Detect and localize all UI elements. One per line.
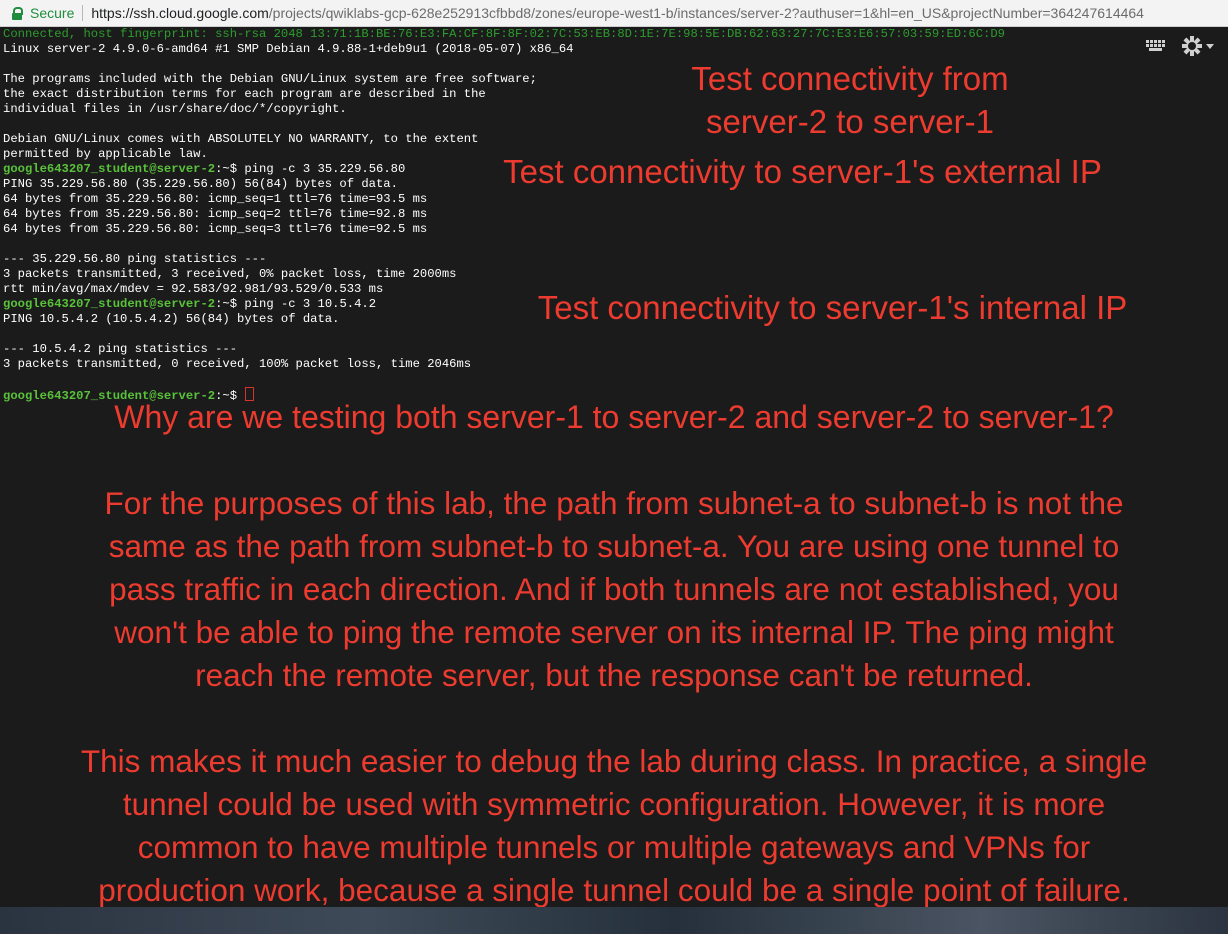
motd-line: the exact distribution terms for each pr… [3, 87, 486, 101]
annotation-paragraph: For the purposes of this lab, the path f… [0, 482, 1228, 697]
paragraph-line: common to have multiple tunnels or multi… [137, 829, 1091, 865]
annotation-internal-ip: Test connectivity to server-1's internal… [537, 289, 1128, 326]
terminal-toolbar [1146, 36, 1214, 56]
desktop-background [0, 907, 1228, 934]
ping-stats-line: 3 packets transmitted, 0 received, 100% … [3, 357, 472, 371]
command-text: ping -c 3 10.5.4.2 [237, 297, 377, 311]
ping-stats-line: --- 10.5.4.2 ping statistics --- [3, 342, 238, 356]
motd-line: individual files in /usr/share/doc/*/cop… [3, 102, 347, 116]
address-bar[interactable]: Secure https://ssh.cloud.google.com/proj… [0, 0, 1228, 27]
shell-prompt: google643207_student@server-2 [3, 162, 216, 176]
ping-output-line: 64 bytes from 35.229.56.80: icmp_seq=3 t… [3, 222, 428, 236]
shell-prompt: google643207_student@server-2 [3, 297, 216, 311]
ping-output-line: 64 bytes from 35.229.56.80: icmp_seq=1 t… [3, 192, 428, 206]
uname-line: Linux server-2 4.9.0-6-amd64 #1 SMP Debi… [3, 42, 574, 56]
ping-output-line: PING 35.229.56.80 (35.229.56.80) 56(84) … [3, 177, 398, 191]
annotation-title-line: server-2 to server-1 [706, 103, 994, 140]
paragraph-line: production work, because a single tunnel… [98, 872, 1130, 908]
paragraph-line: pass traffic in each direction. And if b… [109, 571, 1119, 607]
command-line: google643207_student@server-2:~$ ping -c… [3, 162, 405, 177]
ping-stats-line: 3 packets transmitted, 3 received, 0% pa… [3, 267, 457, 281]
annotation-title-line: Test connectivity from [691, 60, 1009, 97]
annotation-paragraph: This makes it much easier to debug the l… [0, 740, 1228, 912]
command-line: google643207_student@server-2:~$ ping -c… [3, 297, 376, 312]
annotation-external-ip: Test connectivity to server-1's external… [503, 153, 1102, 190]
url-path[interactable]: /projects/qwiklabs-gcp-628e252913cfbbd8/… [269, 5, 1144, 21]
paragraph-line: won't be able to ping the remote server … [114, 614, 1114, 650]
address-separator [82, 5, 84, 21]
keyboard-icon[interactable] [1146, 40, 1166, 52]
ping-output-line: PING 10.5.4.2 (10.5.4.2) 56(84) bytes of… [3, 312, 340, 326]
annotation-title: Test connectivity from server-2 to serve… [660, 57, 1040, 143]
paragraph-line: This makes it much easier to debug the l… [80, 743, 1148, 779]
paragraph-line: same as the path from subnet-b to subnet… [108, 528, 1120, 564]
ping-output-line: 64 bytes from 35.229.56.80: icmp_seq=2 t… [3, 207, 428, 221]
paragraph-line: For the purposes of this lab, the path f… [104, 485, 1124, 521]
ping-stats-line: rtt min/avg/max/mdev = 92.583/92.981/93.… [3, 282, 384, 296]
secure-label: Secure [30, 5, 75, 21]
command-text: ping -c 3 35.229.56.80 [237, 162, 406, 176]
annotation-question: Why are we testing both server-1 to serv… [114, 399, 1114, 435]
paragraph-line: tunnel could be used with symmetric conf… [122, 786, 1106, 822]
motd-line: The programs included with the Debian GN… [3, 72, 537, 86]
url-host[interactable]: https://ssh.cloud.google.com [91, 5, 268, 21]
gear-icon[interactable] [1182, 36, 1202, 56]
prompt-suffix: :~$ [215, 162, 238, 176]
ping-stats-line: --- 35.229.56.80 ping statistics --- [3, 252, 267, 266]
lock-icon [12, 6, 23, 20]
paragraph-line: reach the remote server, but the respons… [195, 657, 1033, 693]
chevron-down-icon[interactable] [1206, 43, 1214, 49]
prompt-suffix: :~$ [215, 297, 238, 311]
motd-line: permitted by applicable law. [3, 147, 208, 161]
motd-line: Debian GNU/Linux comes with ABSOLUTELY N… [3, 132, 479, 146]
host-fingerprint-line: Connected, host fingerprint: ssh-rsa 204… [3, 27, 1005, 41]
